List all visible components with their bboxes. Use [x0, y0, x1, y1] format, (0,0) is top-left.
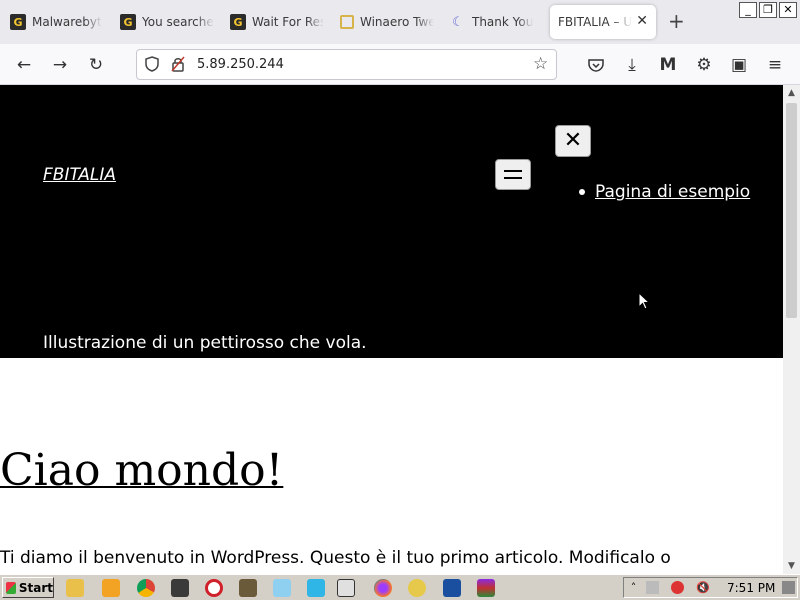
hamburger-menu-icon[interactable]: ≡: [763, 53, 787, 77]
g-favicon-icon: G: [10, 14, 26, 30]
close-tab-icon[interactable]: ✕: [636, 13, 648, 29]
tab-title: Winaero Twe: [360, 15, 434, 29]
post-title-link[interactable]: Ciao mondo!: [0, 445, 283, 496]
tray-expand-arrow-icon[interactable]: ˄: [627, 581, 640, 594]
extension-icon[interactable]: ⚙: [692, 53, 716, 77]
firefox-icon[interactable]: [374, 579, 392, 597]
scroll-up-arrow-icon[interactable]: ▲: [783, 85, 800, 101]
bookmark-star-icon[interactable]: ☆: [533, 54, 548, 74]
new-tab-plus-icon[interactable]: +: [668, 11, 685, 31]
security-alert-icon[interactable]: [671, 581, 684, 594]
scrollbar-thumb[interactable]: [786, 103, 797, 318]
menu-toggle-button[interactable]: [495, 159, 531, 190]
page-scrollbar[interactable]: ▲ ▼: [783, 85, 800, 574]
g-favicon-icon: G: [230, 14, 246, 30]
shield-icon[interactable]: [145, 56, 159, 76]
header-image-caption: Illustrazione di un pettirosso che vola.: [43, 333, 367, 353]
taskbar: Start ˄ 🔇 7:51 PM: [0, 574, 800, 600]
windows-flag-icon: [6, 581, 16, 594]
app-box-icon[interactable]: [171, 579, 189, 597]
tab-you-searched[interactable]: G You searched: [112, 5, 222, 39]
clock: 7:51 PM: [727, 581, 776, 595]
forward-arrow-icon[interactable]: →: [48, 53, 72, 77]
show-desktop-icon[interactable]: [782, 581, 795, 594]
tab-title: FBITALIA – Un: [558, 15, 632, 29]
menu-bars-icon: [504, 170, 522, 179]
malwarebytes-icon[interactable]: [443, 579, 461, 597]
restore-window-button[interactable]: ❐: [759, 2, 777, 18]
tab-thank-you[interactable]: ☾ Thank You: [442, 5, 550, 39]
app-w2-icon[interactable]: [307, 579, 325, 597]
tab-title: Wait For Res: [252, 15, 324, 29]
site-title-link[interactable]: FBITALIA: [43, 165, 116, 185]
menu-item: Pagina di esempio: [579, 182, 750, 202]
network-icon[interactable]: [646, 581, 659, 594]
insecure-lock-icon[interactable]: [171, 56, 185, 76]
post-excerpt: Ti diamo il benvenuto in WordPress. Ques…: [0, 548, 671, 568]
thank-favicon-icon: ☾: [452, 14, 464, 30]
opera-icon[interactable]: [205, 579, 223, 597]
scroll-down-arrow-icon[interactable]: ▼: [783, 558, 800, 574]
close-x-icon: ✕: [563, 128, 583, 153]
tab-strip: G Malwarebytes G You searched G Wait For…: [0, 0, 800, 44]
malwarebytes-extension-icon[interactable]: M: [656, 53, 680, 77]
chrome-icon[interactable]: [137, 579, 155, 597]
minimize-window-button[interactable]: _: [739, 2, 757, 18]
reload-icon[interactable]: ↻: [84, 53, 108, 77]
site-header: FBITALIA ✕ Pagina di esempio Illustrazio…: [0, 85, 783, 358]
start-label: Start: [18, 580, 53, 595]
tab-fbitalia[interactable]: FBITALIA – Un ✕: [550, 5, 656, 39]
page-viewport: FBITALIA ✕ Pagina di esempio Illustrazio…: [0, 85, 783, 574]
system-tray: ˄ 🔇 7:51 PM: [623, 577, 798, 598]
winaero-favicon-icon: [340, 15, 354, 29]
pocket-icon[interactable]: [584, 53, 608, 77]
menu-link-pagina-di-esempio[interactable]: Pagina di esempio: [595, 182, 750, 202]
winrar-icon[interactable]: [477, 579, 495, 597]
minecraft-icon[interactable]: [239, 579, 257, 597]
speaker-muted-icon[interactable]: 🔇: [696, 581, 710, 594]
close-window-button[interactable]: ✕: [779, 2, 797, 18]
menu-close-button[interactable]: ✕: [555, 125, 591, 157]
tab-title: You searched: [142, 15, 214, 29]
media-player-icon[interactable]: [102, 579, 120, 597]
app-w-icon[interactable]: [273, 579, 291, 597]
winaero-icon[interactable]: [408, 579, 426, 597]
back-arrow-icon[interactable]: ←: [12, 53, 36, 77]
g-favicon-icon: G: [120, 14, 136, 30]
tab-wait-for-results[interactable]: G Wait For Res: [222, 5, 332, 39]
primary-menu: Pagina di esempio: [579, 182, 750, 202]
downloads-icon[interactable]: ⤓: [620, 53, 644, 77]
tab-winaero-tweaker[interactable]: Winaero Twe: [332, 5, 442, 39]
explorer-folder-icon[interactable]: [66, 579, 84, 597]
address-bar[interactable]: 5.89.250.244 ☆: [136, 49, 557, 80]
tab-title: Malwarebytes: [32, 15, 102, 29]
7zip-icon[interactable]: [337, 579, 355, 597]
tab-title: Thank You: [472, 15, 534, 29]
bullet-icon: [579, 189, 585, 195]
url-text: 5.89.250.244: [197, 57, 284, 72]
extensions-puzzle-icon[interactable]: ▣: [727, 53, 751, 77]
tab-malwarebytes[interactable]: G Malwarebytes: [2, 5, 110, 39]
navigation-toolbar: ← → ↻ 5.89.250.244 ☆ ⤓ M ⚙ ▣ ≡: [0, 44, 800, 85]
start-button[interactable]: Start: [2, 577, 54, 598]
